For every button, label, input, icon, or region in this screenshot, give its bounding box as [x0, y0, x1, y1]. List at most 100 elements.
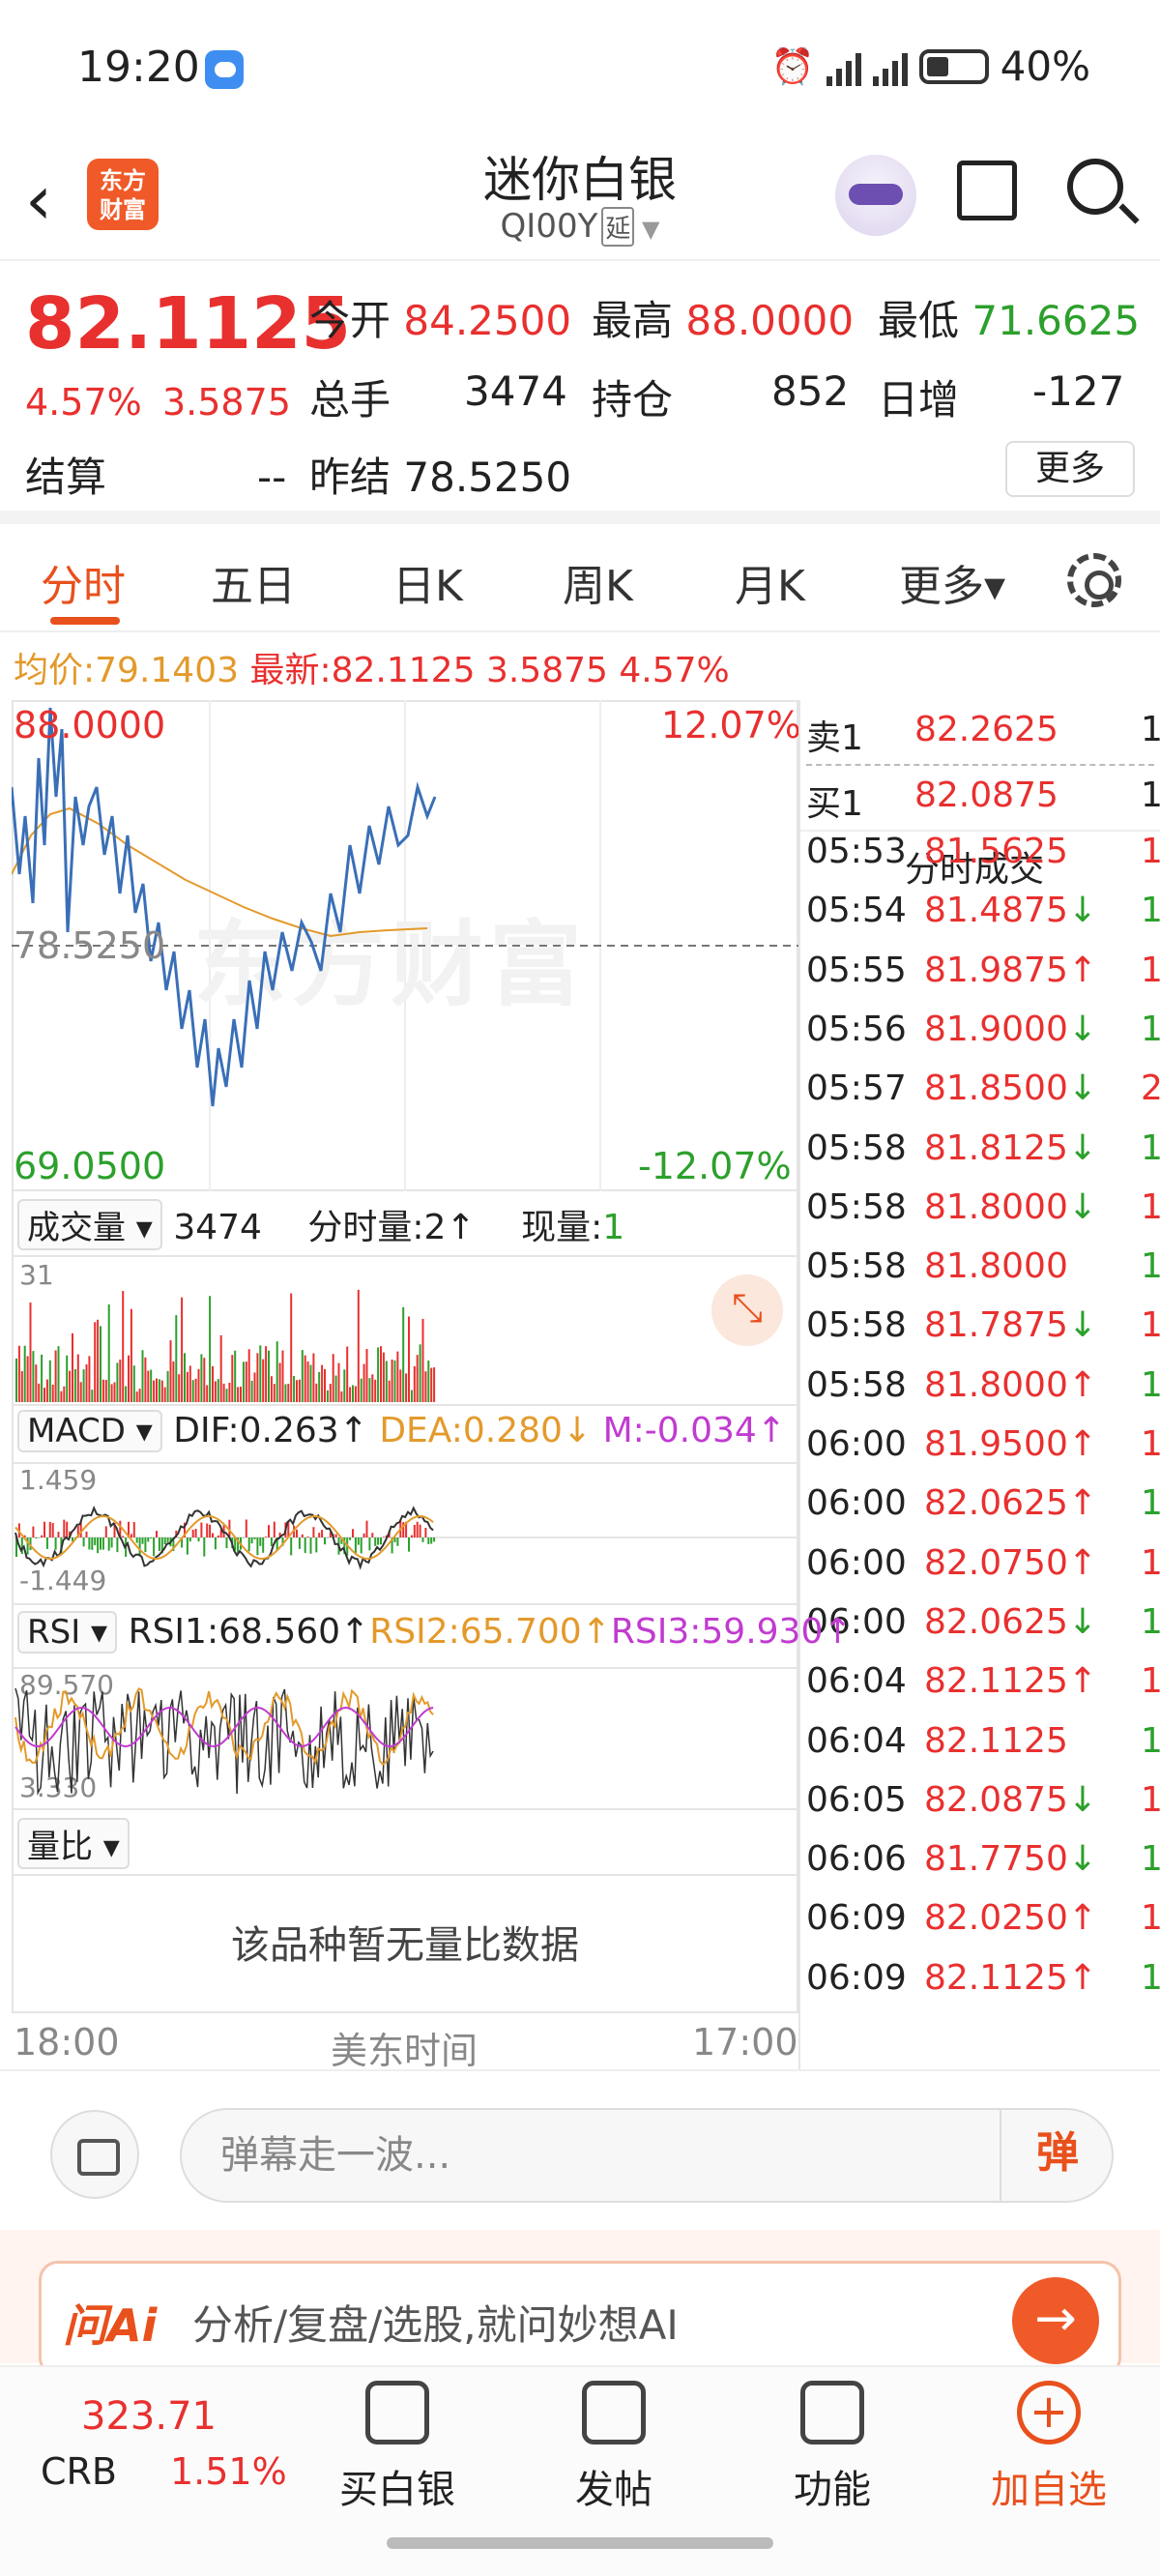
volume-bar — [421, 1318, 424, 1402]
tick-time: 05:58 — [806, 1246, 907, 1287]
tick-volume: 1 — [1141, 1779, 1160, 1820]
volume-bar — [45, 1379, 48, 1402]
macd-bar — [396, 1537, 399, 1546]
chevron-down-icon[interactable]: ▼ — [634, 216, 659, 243]
macd-bar — [135, 1537, 138, 1543]
tab-more[interactable]: 更多▾ — [899, 551, 1005, 613]
more-button[interactable]: 更多 — [1005, 441, 1135, 497]
pct-axis-top: 12.07% — [661, 704, 801, 746]
volume-bar — [69, 1370, 72, 1402]
avg-value: 79.1403 — [95, 651, 240, 690]
volume-bar — [237, 1387, 240, 1402]
volume-panel: 成交量 ▾ 3474 分时量:2↑ 现量:1 31 — [12, 1191, 798, 1404]
tick-arrow: ↓ — [1067, 1127, 1098, 1168]
volume-bar — [156, 1378, 158, 1402]
tick-price: 81.7750↓ — [924, 1839, 1097, 1879]
volume-bar — [212, 1365, 214, 1402]
alarm-icon: ⏰ — [770, 46, 815, 87]
tick-time: 05:55 — [806, 950, 907, 990]
expand-icon[interactable]: ⤡ — [711, 1274, 783, 1346]
macd-bar — [315, 1537, 318, 1553]
tab-daily-k[interactable]: 日K — [392, 551, 463, 613]
nav-functions[interactable]: 功能 — [760, 2381, 905, 2514]
volume-bar — [119, 1360, 122, 1402]
home-indicator[interactable] — [387, 2537, 773, 2549]
ratio-selector[interactable]: 量比 ▾ — [17, 1818, 130, 1869]
volume-bar — [253, 1372, 256, 1402]
macd-bar — [421, 1537, 424, 1542]
nav-add-watchlist[interactable]: + 加自选 — [976, 2381, 1121, 2514]
volume-bar — [15, 1358, 17, 1402]
volume-bar — [321, 1364, 324, 1402]
time-axis-end: 17:00 — [692, 2021, 798, 2064]
rsi-lines — [14, 1687, 434, 1797]
macd-bar — [57, 1532, 60, 1537]
volume-bar — [54, 1350, 57, 1402]
volume-bar — [231, 1355, 234, 1402]
tick-volume: 1 — [1141, 1898, 1160, 1939]
tick-arrow: ↓ — [1067, 891, 1098, 931]
macd-bar — [362, 1533, 365, 1537]
low-value: 71.6625 — [972, 297, 1141, 344]
volume-bar — [130, 1308, 132, 1402]
ai-robot-icon[interactable] — [835, 155, 916, 236]
rsi-selector[interactable]: RSI ▾ — [17, 1611, 118, 1654]
volume-bar — [60, 1390, 63, 1402]
tab-five-day[interactable]: 五日 — [211, 551, 296, 613]
danmu-input[interactable]: 弹幕走一波... — [180, 2108, 1114, 2203]
tick-price-value: 82.1125 — [924, 1957, 1068, 1998]
danmu-settings-icon[interactable] — [50, 2110, 139, 2199]
nav-buy-silver[interactable]: 买白银 — [325, 2381, 470, 2514]
macd-bar — [430, 1537, 433, 1544]
volume-bar — [298, 1379, 301, 1402]
quote-panel: 82.1125 4.57% 3.5875 今开 84.2500 最高 88.00… — [0, 263, 1160, 524]
divider — [798, 700, 800, 2073]
macd-bar — [377, 1537, 380, 1545]
tick-volume: 2 — [1141, 1068, 1160, 1109]
gear-icon[interactable] — [1067, 553, 1121, 607]
ai-input[interactable]: 问Ai 分析/复盘/选股,就问妙想AI → — [39, 2261, 1121, 2377]
volume-bar — [281, 1350, 284, 1402]
search-icon[interactable] — [1067, 159, 1123, 215]
volume-bar — [104, 1379, 107, 1402]
macd-bar — [206, 1523, 209, 1537]
macd-bar — [253, 1537, 256, 1539]
volume-bar — [32, 1351, 35, 1402]
status-right: ⏰ 40% — [771, 43, 1090, 90]
tick-price: 82.0625↓ — [924, 1602, 1097, 1642]
volume-bar — [194, 1378, 197, 1402]
delay-tag: 延 — [601, 207, 635, 247]
tick-row: 05:55 81.9875↑ 1 — [806, 950, 1160, 990]
volume-bar — [360, 1378, 362, 1402]
macd-bar — [32, 1526, 35, 1537]
macd-bar — [360, 1537, 362, 1554]
macd-bar — [212, 1533, 214, 1537]
tab-monthly-k[interactable]: 月K — [735, 551, 805, 613]
macd-selector[interactable]: MACD ▾ — [17, 1410, 162, 1452]
volume-bar — [188, 1365, 191, 1402]
arrow-right-icon[interactable]: → — [1012, 2277, 1099, 2364]
tab-weekly-k[interactable]: 周K — [563, 551, 633, 613]
macd-bar — [166, 1537, 169, 1543]
macd-bar — [321, 1530, 324, 1537]
danmu-send-button[interactable]: 弹 — [1000, 2108, 1114, 2203]
macd-bar — [88, 1537, 91, 1550]
high-field: 最高 88.0000 — [592, 288, 854, 347]
macd-bar — [94, 1537, 97, 1545]
time-axis-start: 18:00 — [14, 2021, 120, 2064]
nav-post[interactable]: 发帖 — [541, 2381, 686, 2514]
volume-bar — [214, 1381, 217, 1402]
low-field: 最低 71.6625 — [878, 288, 1140, 347]
intraday-summary: 均价:79.1403 最新:82.1125 3.5875 4.57% — [14, 642, 730, 692]
volume-bar — [365, 1349, 368, 1402]
volume-bar — [38, 1383, 41, 1402]
bid-price: 82.0875 — [914, 776, 1058, 815]
tab-intraday[interactable]: 分时 — [41, 551, 126, 625]
share-icon[interactable] — [957, 161, 1017, 220]
volume-selector[interactable]: 成交量 ▾ — [17, 1199, 162, 1250]
volume-bar — [377, 1347, 380, 1402]
macd-bar — [424, 1527, 427, 1537]
macd-bar — [156, 1531, 158, 1537]
volume-bar — [29, 1303, 32, 1402]
status-bar: 19:20 ⏰ 40% — [0, 0, 1160, 135]
